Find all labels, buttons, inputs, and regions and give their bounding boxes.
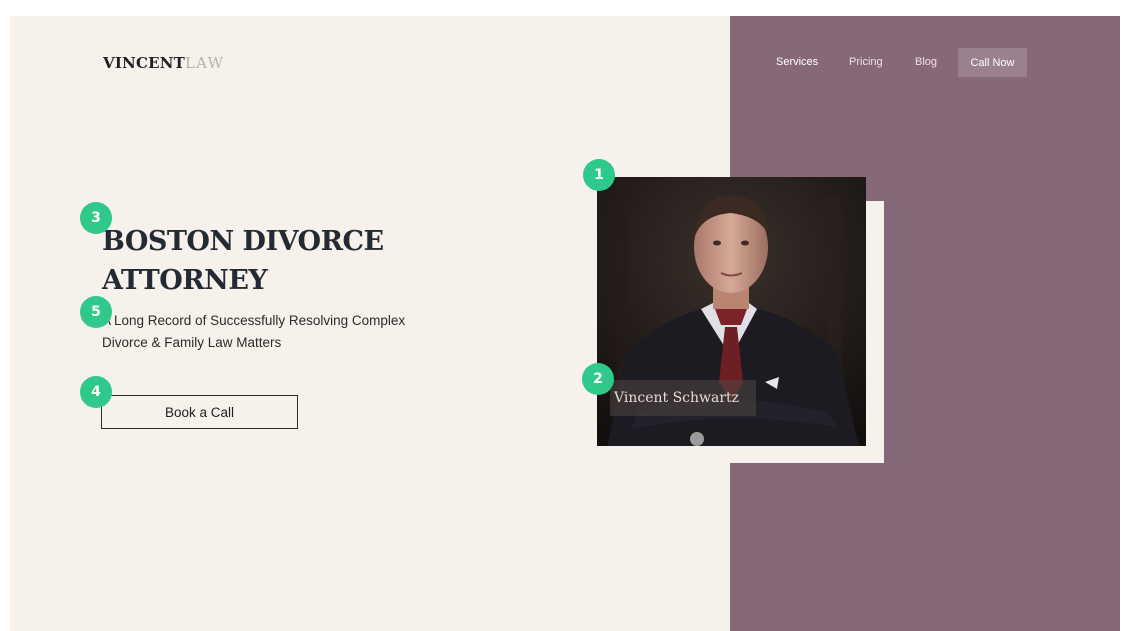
annotation-badge-2: 2 <box>582 363 614 395</box>
annotation-badge-1: 1 <box>583 159 615 191</box>
page-title: BOSTON DIVORCE ATTORNEY <box>102 222 422 300</box>
attorney-name-caption: Vincent Schwartz <box>610 380 756 416</box>
annotation-badge-3: 3 <box>80 202 112 234</box>
logo-strong: VINCENT <box>103 54 186 72</box>
annotation-badge-5: 5 <box>80 296 112 328</box>
hero-subtitle: A Long Record of Successfully Resolving … <box>102 313 406 350</box>
call-now-button[interactable]: Call Now <box>958 48 1027 77</box>
nav-services[interactable]: Services <box>776 56 818 68</box>
logo-light: LAW <box>185 54 225 72</box>
title-line-2: ATTORNEY <box>102 265 268 296</box>
page-frame: VINCENTLAW Services Pricing Blog Call No… <box>10 16 1120 631</box>
book-call-button[interactable]: Book a Call <box>101 395 298 429</box>
nav-pricing[interactable]: Pricing <box>849 56 883 68</box>
title-line-1: BOSTON DIVORCE <box>102 226 384 257</box>
annotation-badge-4: 4 <box>80 376 112 408</box>
nav-blog[interactable]: Blog <box>915 56 937 68</box>
logo[interactable]: VINCENTLAW <box>103 54 224 72</box>
